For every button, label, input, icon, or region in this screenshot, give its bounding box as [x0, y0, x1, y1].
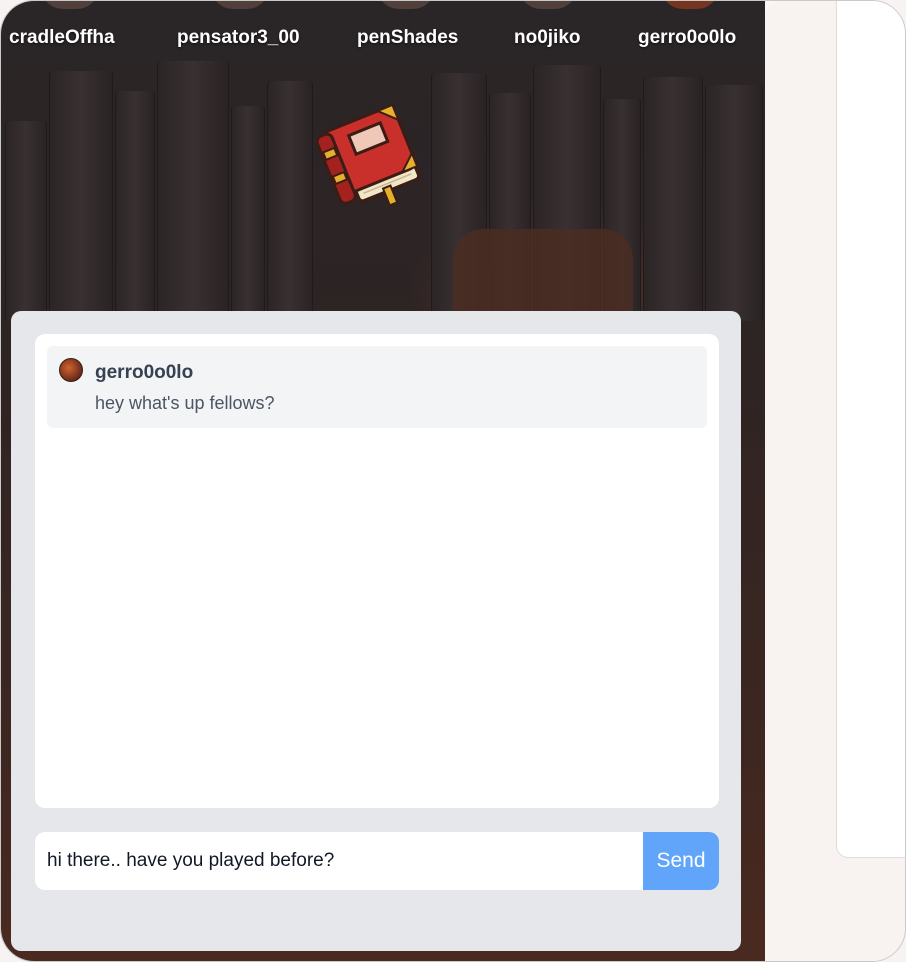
player-name: penShades	[357, 27, 459, 48]
side-panel-content	[836, 1, 905, 858]
player-avatar	[519, 1, 577, 9]
player-avatar	[377, 1, 435, 9]
side-panel	[765, 1, 905, 961]
player-avatar	[211, 1, 269, 9]
red-book-icon	[313, 97, 441, 229]
message-username: gerro0o0lo	[95, 362, 194, 383]
game-scene: cradleOffha pensator3_00 penShades no0ji…	[1, 1, 765, 961]
lamp-shape	[453, 229, 633, 319]
chat-input[interactable]	[35, 832, 643, 890]
chat-input-row: Send	[35, 832, 719, 890]
player-name: no0jiko	[514, 27, 581, 48]
player-name: pensator3_00	[177, 27, 300, 48]
player-name: gerro0o0lo	[638, 27, 737, 48]
app-window: cradleOffha pensator3_00 penShades no0ji…	[0, 0, 906, 962]
message-list: gerro0o0lo hey what's up fellows?	[35, 334, 719, 808]
chat-panel: gerro0o0lo hey what's up fellows? Send	[11, 311, 741, 951]
avatar-icon	[59, 358, 83, 382]
chat-message: gerro0o0lo hey what's up fellows?	[47, 346, 707, 428]
player-name: cradleOffha	[9, 27, 115, 48]
message-text: hey what's up fellows?	[95, 393, 275, 413]
send-button[interactable]: Send	[643, 832, 719, 890]
player-avatar	[661, 1, 719, 9]
player-list: cradleOffha pensator3_00 penShades no0ji…	[1, 1, 765, 73]
player-avatar	[41, 1, 99, 9]
